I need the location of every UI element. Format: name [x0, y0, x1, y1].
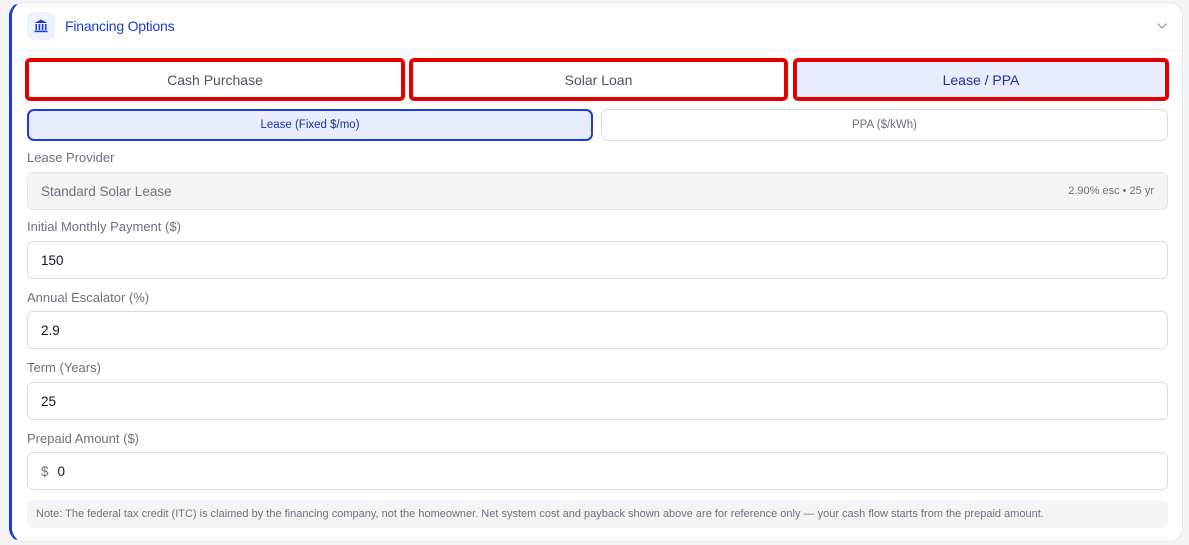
term-years-value: 25 — [41, 393, 57, 409]
currency-prefix: $ — [41, 463, 49, 479]
chevron-down-icon[interactable] — [1154, 18, 1170, 34]
subtab-ppa[interactable]: PPA ($/kWh) — [601, 109, 1168, 141]
monthly-payment-input[interactable]: 150 — [27, 241, 1168, 279]
itc-note-text: Note: The federal tax credit (ITC) is cl… — [36, 508, 1044, 520]
subtab-lease-fixed[interactable]: Lease (Fixed $/mo) — [27, 109, 593, 141]
section-title: Financing Options — [65, 18, 175, 34]
annual-escalator-label: Annual Escalator (%) — [27, 290, 150, 305]
term-years-label: Term (Years) — [27, 360, 101, 375]
prepaid-amount-value: 0 — [57, 463, 66, 479]
monthly-payment-label: Initial Monthly Payment ($) — [27, 219, 181, 234]
annual-escalator-value: 2.9 — [41, 322, 60, 338]
subtab-label: PPA ($/kWh) — [852, 119, 917, 131]
lease-provider-label: Lease Provider — [27, 150, 115, 165]
tab-solar-loan[interactable]: Solar Loan — [409, 58, 788, 101]
annual-escalator-input[interactable]: 2.9 — [27, 311, 1168, 349]
lease-provider-meta: 2.90% esc • 25 yr — [1068, 185, 1154, 197]
term-years-input[interactable]: 25 — [27, 382, 1168, 420]
tab-cash-purchase[interactable]: Cash Purchase — [25, 58, 405, 101]
bank-icon — [27, 12, 55, 40]
tab-lease-ppa[interactable]: Lease / PPA — [793, 58, 1169, 101]
lease-provider-value: Standard Solar Lease — [41, 183, 172, 199]
itc-note: Note: The federal tax credit (ITC) is cl… — [27, 500, 1168, 528]
financing-options-header[interactable]: Financing Options — [12, 3, 1182, 51]
subtab-label: Lease (Fixed $/mo) — [260, 119, 360, 131]
financing-options-card: Financing Options Cash Purchase Solar Lo… — [9, 2, 1183, 542]
tab-label: Cash Purchase — [167, 71, 263, 88]
tab-label: Lease / PPA — [942, 71, 1020, 88]
tab-label: Solar Loan — [564, 71, 633, 88]
prepaid-amount-input[interactable]: $ 0 — [27, 452, 1168, 490]
lease-provider-select[interactable]: Standard Solar Lease 2.90% esc • 25 yr — [27, 172, 1168, 210]
prepaid-amount-label: Prepaid Amount ($) — [27, 431, 140, 446]
monthly-payment-value: 150 — [41, 252, 64, 268]
